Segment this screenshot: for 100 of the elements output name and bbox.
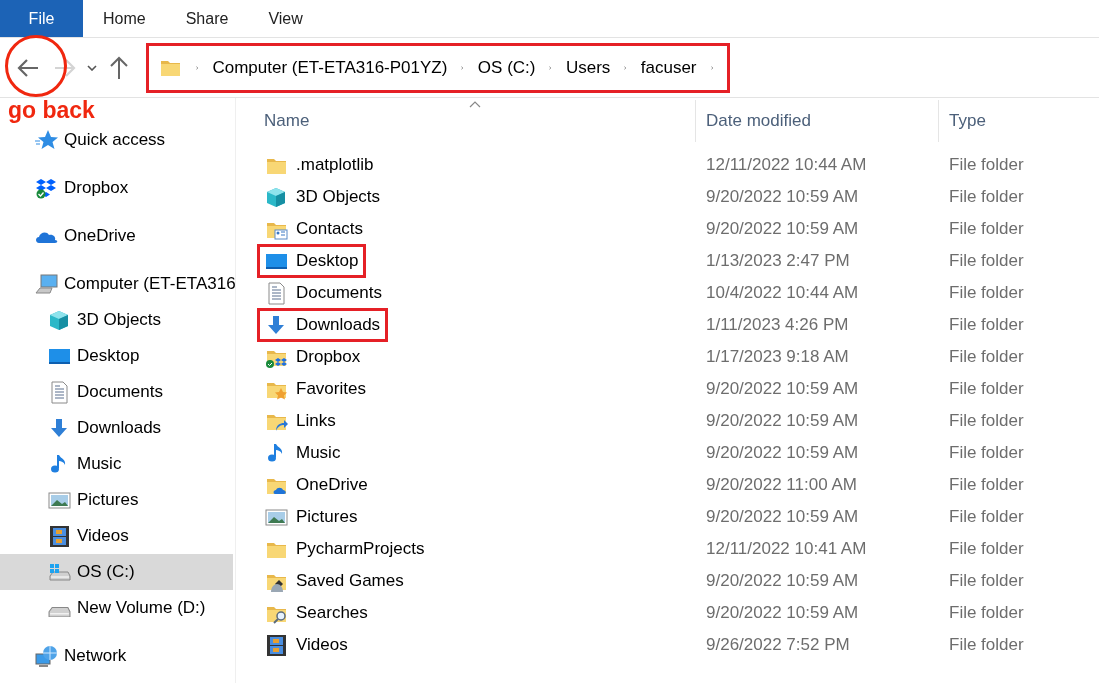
sidebar-item[interactable]: Network xyxy=(0,638,233,674)
file-name[interactable]: OneDrive xyxy=(296,472,368,498)
file-name[interactable]: Links xyxy=(296,408,336,434)
ribbon-tab[interactable]: Home xyxy=(83,0,166,37)
column-header[interactable]: Date modified xyxy=(696,100,939,142)
date-modified: 1/13/2023 2:47 PM xyxy=(705,250,851,273)
date-modified: 12/11/2022 10:44 AM xyxy=(705,154,868,177)
sidebar-item-label: Desktop xyxy=(77,345,140,368)
sidebar-item[interactable]: Videos xyxy=(0,518,233,554)
film-strip-icon xyxy=(48,524,71,548)
column-header[interactable]: Type xyxy=(939,100,986,142)
date-modified: 9/20/2022 10:59 AM xyxy=(705,570,860,593)
file-type: File folder xyxy=(948,442,1024,465)
ribbon-tab[interactable]: View xyxy=(248,0,323,37)
sidebar-item-label: Quick access xyxy=(64,129,166,152)
date-modified: 9/26/2022 7:52 PM xyxy=(705,634,851,657)
ribbon-tab[interactable]: File xyxy=(0,0,83,37)
sort-caret-icon xyxy=(469,101,481,108)
back-arrow-icon xyxy=(17,57,39,78)
file-type: File folder xyxy=(948,346,1024,369)
address-bar[interactable]: Computer (ET-ETA316-P01YZ) OS (C:) Users facuser xyxy=(146,42,730,93)
sidebar-item-label: Music xyxy=(77,453,122,476)
file-name[interactable]: Music xyxy=(296,440,341,466)
file-type: File folder xyxy=(948,506,1024,529)
sidebar-item-label: Documents xyxy=(77,381,163,404)
date-modified: 12/11/2022 10:41 AM xyxy=(705,538,868,561)
file-type: File folder xyxy=(948,250,1024,273)
file-name[interactable]: .matplotlib xyxy=(296,152,374,178)
network-icon xyxy=(35,644,58,668)
sidebar-item[interactable]: Desktop xyxy=(0,338,233,374)
film-strip-icon xyxy=(265,633,288,657)
file-type: File folder xyxy=(948,538,1024,561)
sidebar-item-label: New Volume (D:) xyxy=(77,597,206,620)
forward-arrow-icon xyxy=(54,57,76,78)
file-name[interactable]: Documents xyxy=(296,280,382,306)
sidebar-item[interactable]: Pictures xyxy=(0,482,233,518)
sidebar-item[interactable]: Downloads xyxy=(0,410,233,446)
file-type: File folder xyxy=(948,314,1024,337)
dropbox-icon xyxy=(35,176,58,200)
date-modified: 9/20/2022 10:59 AM xyxy=(705,506,860,529)
cube-icon xyxy=(265,185,288,209)
file-name[interactable]: Searches xyxy=(296,600,368,626)
date-modified: 1/11/2023 4:26 PM xyxy=(705,314,850,337)
sidebar-item-label: Videos xyxy=(77,525,129,548)
file-name[interactable]: Pictures xyxy=(296,504,358,530)
file-name[interactable]: 3D Objects xyxy=(296,184,381,210)
date-modified: 9/20/2022 10:59 AM xyxy=(705,442,860,465)
sidebar-item-label: 3D Objects xyxy=(77,309,162,332)
file-name[interactable]: Contacts xyxy=(296,216,364,242)
breadcrumb[interactable]: Users xyxy=(565,54,611,81)
column-header[interactable]: Name xyxy=(236,100,696,142)
file-name[interactable]: Saved Games xyxy=(296,568,404,594)
breadcrumb[interactable]: facuser xyxy=(640,54,697,81)
file-type: File folder xyxy=(948,282,1024,305)
breadcrumb[interactable]: Computer (ET-ETA316-P01YZ) xyxy=(212,54,448,81)
sidebar-item[interactable]: Quick access xyxy=(0,122,233,158)
file-type: File folder xyxy=(948,186,1024,209)
sidebar-item[interactable]: Computer (ET-ETA316 xyxy=(0,266,233,302)
file-type: File folder xyxy=(948,410,1024,433)
sidebar-item[interactable]: New Volume (D:) xyxy=(0,590,233,626)
up-arrow-icon xyxy=(110,55,128,80)
drive-icon xyxy=(48,606,71,618)
sidebar-item-label: OS (C:) xyxy=(77,561,135,584)
date-modified: 9/20/2022 10:59 AM xyxy=(705,218,860,241)
sidebar-item-label: Pictures xyxy=(77,489,139,512)
sidebar-item[interactable]: Dropbox xyxy=(0,170,233,206)
sidebar-item[interactable]: Documents xyxy=(0,374,233,410)
file-type: File folder xyxy=(948,154,1024,177)
sidebar-item-label: Network xyxy=(64,645,127,668)
sidebar-item-label: Downloads xyxy=(77,417,162,440)
date-modified: 10/4/2022 10:44 AM xyxy=(705,282,860,305)
breadcrumb[interactable]: OS (C:) xyxy=(477,54,536,81)
file-type: File folder xyxy=(948,378,1024,401)
file-name[interactable]: Downloads xyxy=(296,312,381,338)
cube-icon xyxy=(48,308,71,332)
sidebar-item[interactable]: OS (C:) xyxy=(0,554,233,590)
file-type: File folder xyxy=(948,570,1024,593)
annotation-text: go back xyxy=(8,96,95,124)
document-icon xyxy=(265,281,288,305)
file-type: File folder xyxy=(948,602,1024,625)
ribbon-tab[interactable]: Share xyxy=(165,0,249,37)
file-type: File folder xyxy=(948,218,1024,241)
date-modified: 1/17/2023 9:18 AM xyxy=(705,346,850,369)
sidebar-item[interactable]: OneDrive xyxy=(0,218,233,254)
file-name[interactable]: Videos xyxy=(296,632,348,658)
sidebar-item-label: Computer (ET-ETA316 xyxy=(64,273,236,296)
file-name[interactable]: Dropbox xyxy=(296,344,361,370)
date-modified: 9/20/2022 10:59 AM xyxy=(705,378,860,401)
sidebar-item[interactable]: 3D Objects xyxy=(0,302,233,338)
date-modified: 9/20/2022 10:59 AM xyxy=(705,410,860,433)
file-name[interactable]: Favorites xyxy=(296,376,366,402)
file-name[interactable]: Desktop xyxy=(296,248,359,274)
file-name[interactable]: PycharmProjects xyxy=(296,536,425,562)
sidebar-item-label: OneDrive xyxy=(64,225,136,248)
sidebar-item[interactable]: Music xyxy=(0,446,233,482)
computer-icon xyxy=(35,272,58,296)
date-modified: 9/20/2022 10:59 AM xyxy=(705,186,860,209)
date-modified: 9/20/2022 10:59 AM xyxy=(705,602,860,625)
file-type: File folder xyxy=(948,474,1024,497)
date-modified: 9/20/2022 11:00 AM xyxy=(705,474,858,497)
